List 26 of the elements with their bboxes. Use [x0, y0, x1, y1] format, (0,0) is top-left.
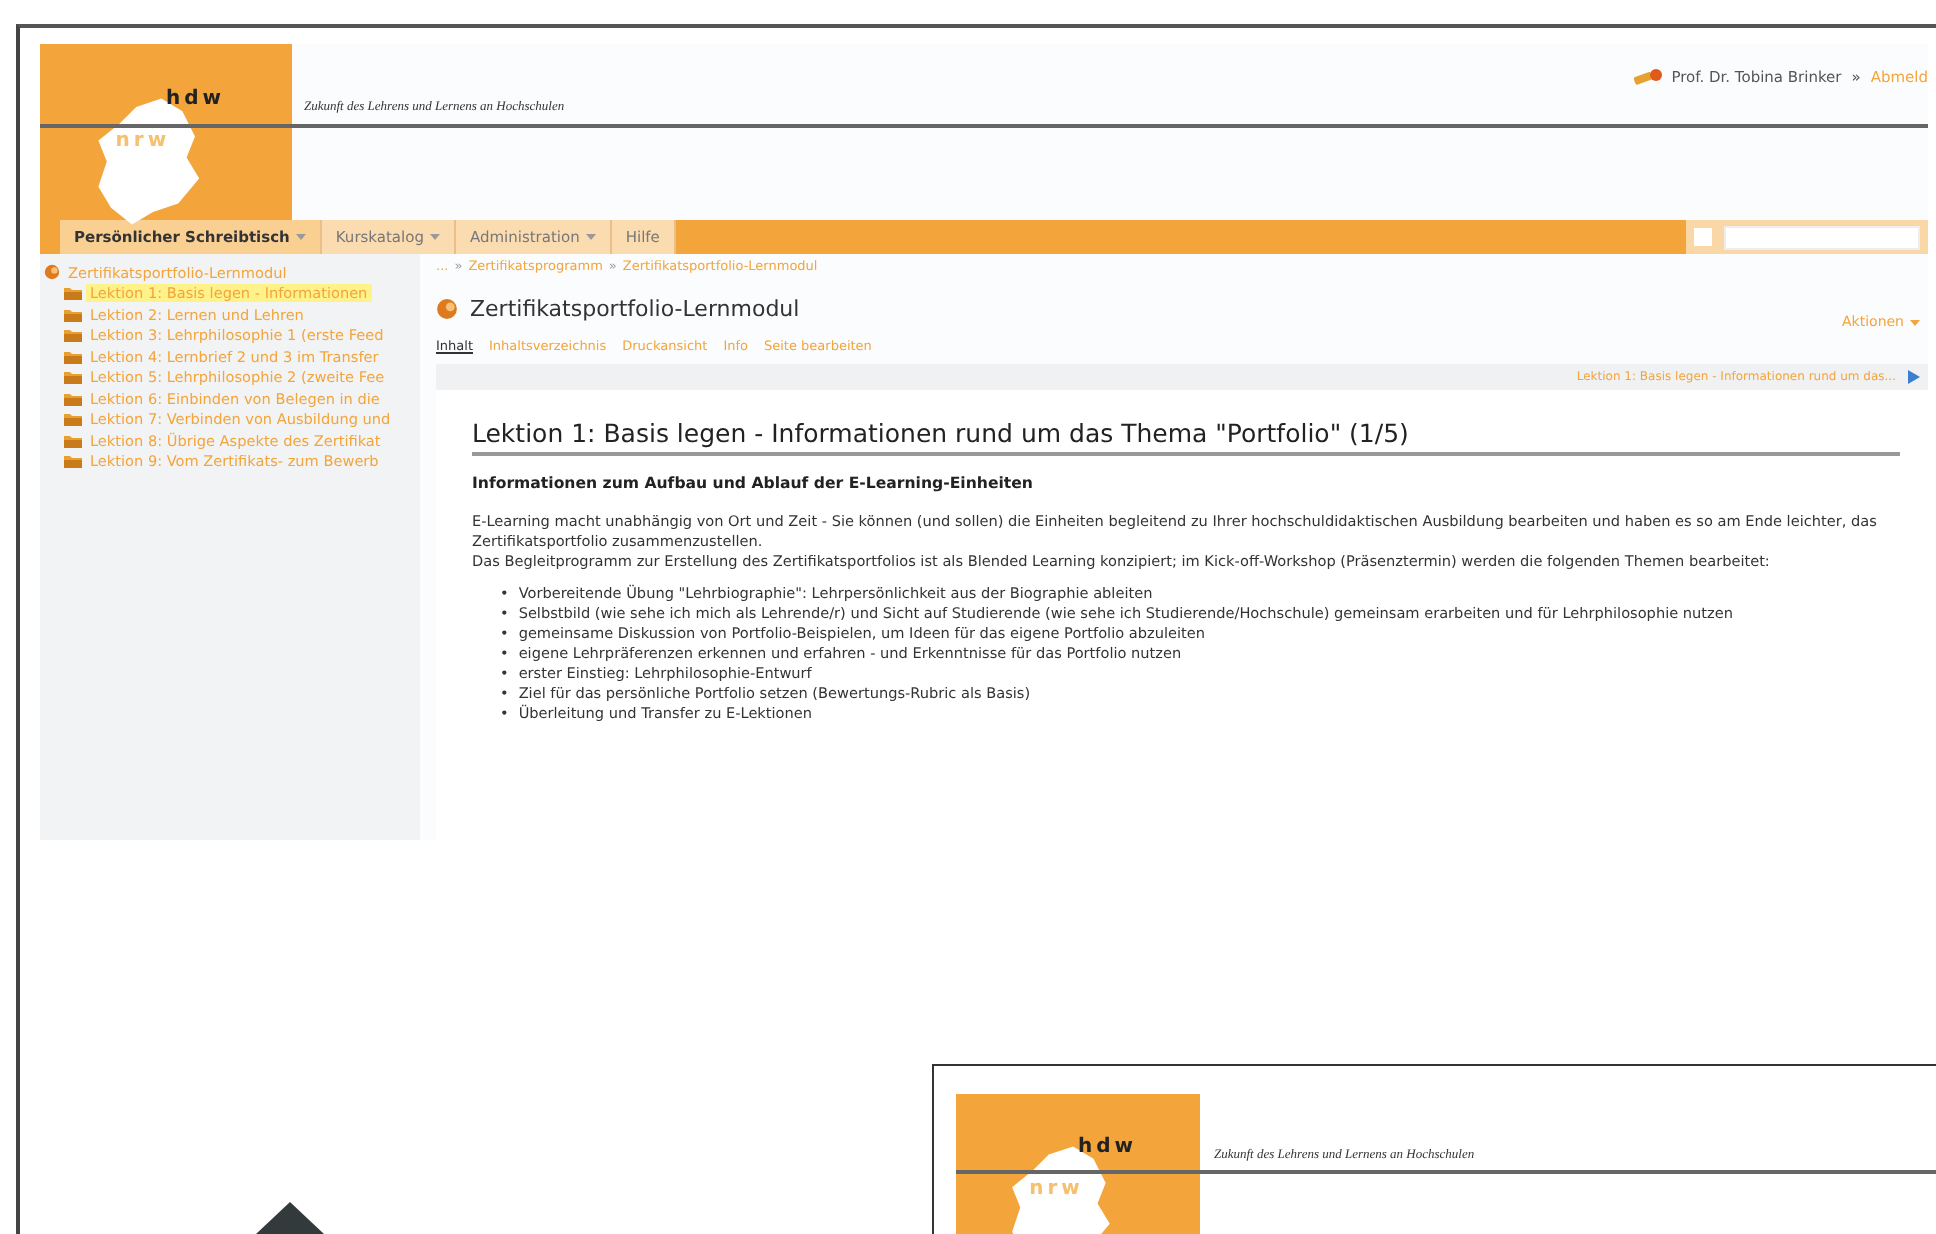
folder-icon — [64, 391, 82, 406]
folder-icon — [64, 412, 82, 427]
module-icon — [436, 297, 458, 319]
caret-icon — [585, 234, 596, 240]
logo-subtext: nrw — [115, 131, 171, 152]
search-field[interactable] — [1724, 225, 1920, 249]
checkbox[interactable] — [1694, 228, 1712, 246]
folder-icon — [64, 454, 82, 469]
logo-text: hdw — [1078, 1137, 1138, 1158]
triangle-shape — [256, 1202, 324, 1234]
folder-icon — [64, 328, 82, 343]
folder-icon — [64, 370, 82, 385]
next-arrow-icon[interactable] — [1908, 370, 1920, 384]
page-title: Zertifikatsportfolio-Lernmodul — [470, 295, 802, 321]
caret-icon — [1910, 319, 1920, 325]
caret-icon — [429, 234, 440, 240]
folder-icon — [64, 433, 82, 448]
logo-subtext: nrw — [1029, 1179, 1084, 1200]
module-icon — [44, 264, 60, 281]
folder-icon — [64, 349, 82, 364]
key-icon — [1633, 67, 1662, 85]
folder-icon — [64, 286, 82, 301]
caret-icon — [295, 234, 306, 240]
logo-text: hdw — [166, 89, 226, 110]
article-title: Lektion 1: Basis legen - Informationen rund um das Thema "Portfolio" (1/5) — [472, 418, 1900, 456]
folder-icon — [64, 307, 82, 322]
